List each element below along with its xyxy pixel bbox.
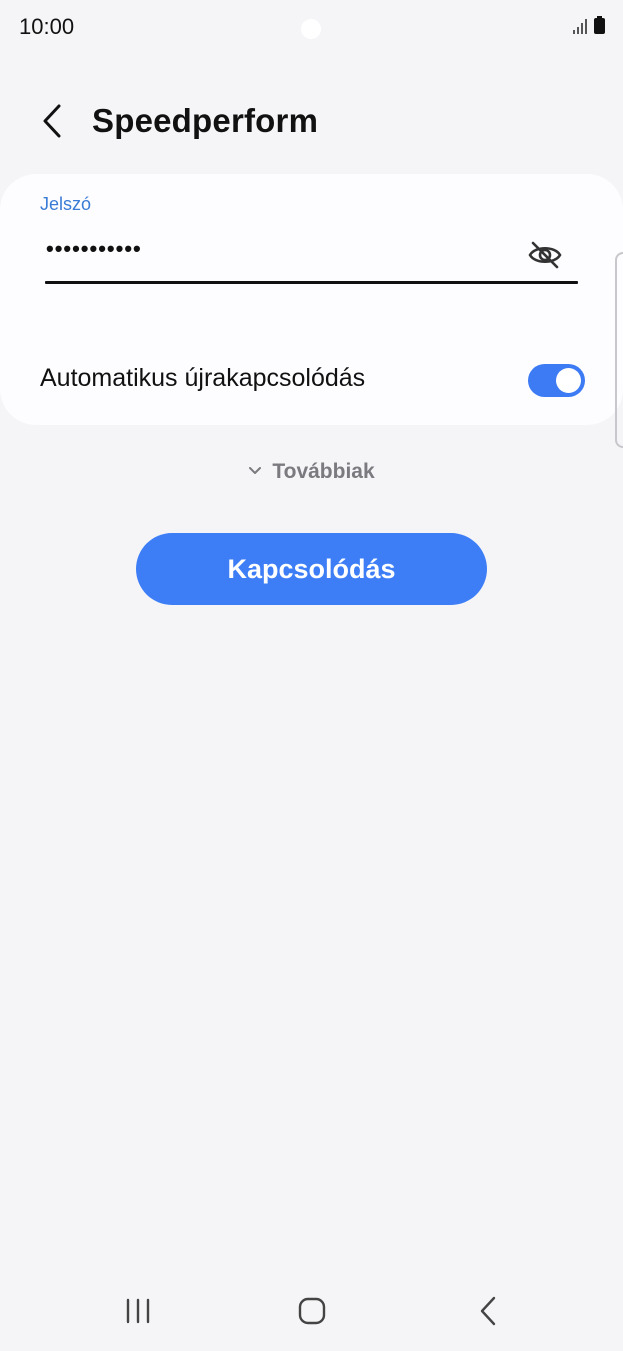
battery-icon	[594, 16, 605, 39]
auto-reconnect-label: Automatikus újrakapcsolódás	[40, 364, 366, 392]
recents-icon	[124, 1298, 154, 1329]
nav-recents-button[interactable]	[124, 1297, 154, 1325]
back-icon	[476, 1296, 500, 1331]
home-icon	[298, 1297, 326, 1329]
camera-cutout	[301, 19, 321, 39]
password-underline	[45, 281, 578, 284]
connect-button-label: Kapcsolódás	[227, 553, 396, 584]
chevron-left-icon	[42, 104, 62, 143]
signal-icon	[573, 18, 589, 39]
toggle-password-visibility-button[interactable]	[525, 237, 565, 277]
toggle-knob	[556, 368, 581, 393]
page-title: Speedperform	[92, 102, 319, 139]
connect-button[interactable]: Kapcsolódás	[136, 533, 487, 605]
status-time: 10:00	[19, 14, 75, 39]
nav-back-button[interactable]	[476, 1295, 500, 1327]
eye-off-icon	[527, 240, 563, 275]
edge-panel-handle[interactable]	[615, 252, 623, 448]
status-icons	[573, 16, 605, 39]
more-options-label: Továbbiak	[272, 460, 375, 483]
more-options-button[interactable]: Továbbiak	[0, 460, 623, 484]
password-field[interactable]: •••••••••••	[46, 236, 142, 262]
password-label: Jelszó	[40, 194, 92, 214]
chevron-down-icon	[248, 463, 262, 481]
nav-home-button[interactable]	[298, 1297, 326, 1325]
back-button[interactable]	[36, 104, 68, 142]
auto-reconnect-toggle[interactable]	[528, 364, 585, 397]
